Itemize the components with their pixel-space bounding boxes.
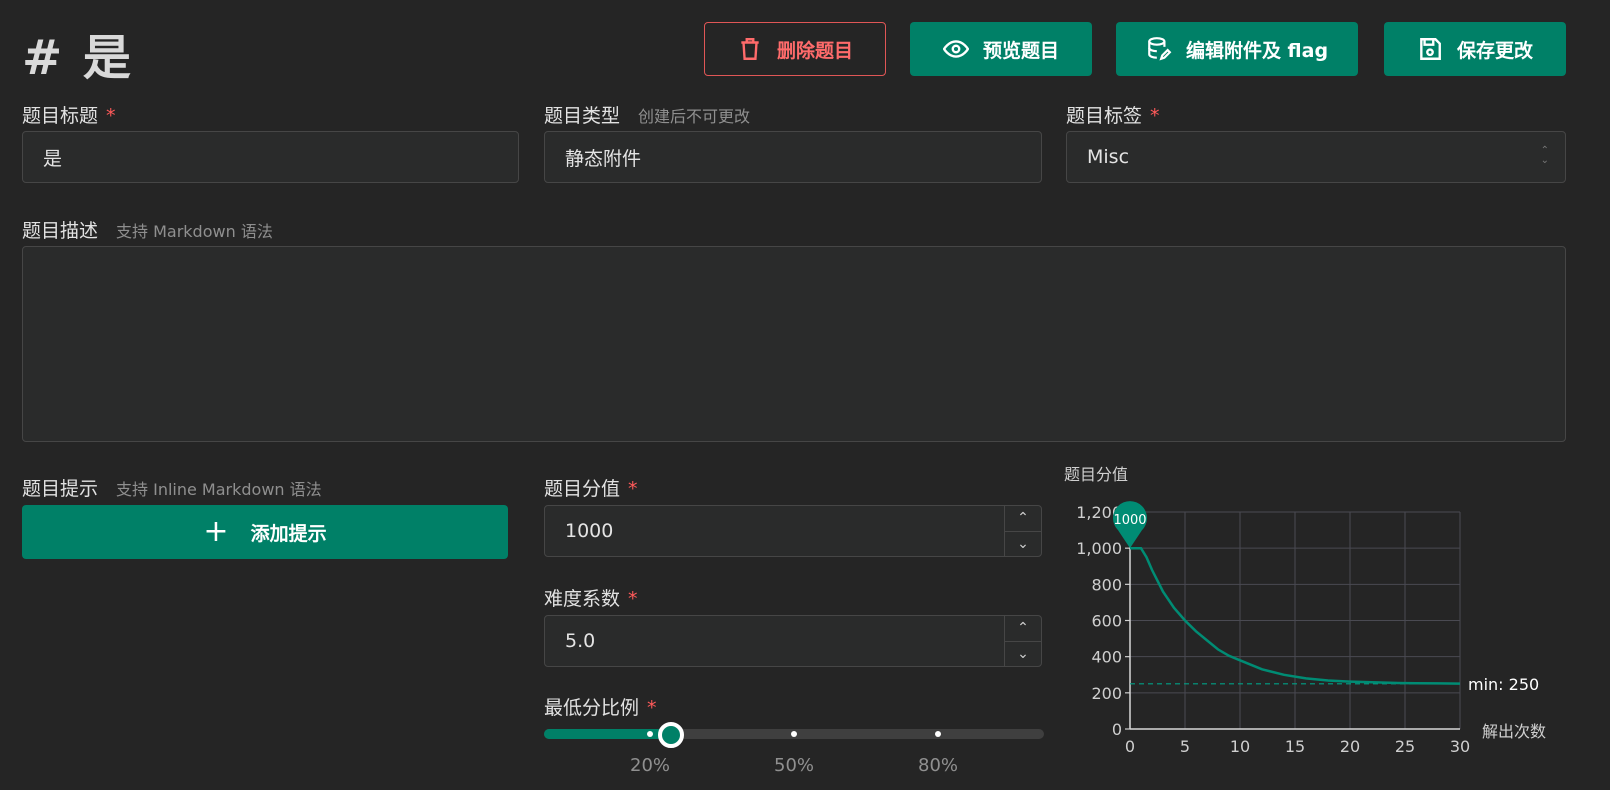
min-ratio-slider[interactable]	[544, 722, 1044, 748]
x-axis-title: 解出次数	[1482, 722, 1546, 741]
eye-icon	[942, 40, 969, 58]
delete-challenge-label: 删除题目	[776, 39, 853, 62]
score-stepper: ⌃ ⌄	[1004, 506, 1041, 556]
slider-mark-dot	[935, 731, 941, 737]
tag-select[interactable]: Misc ⌃ ⌄	[1066, 131, 1566, 183]
title-input[interactable]: 是	[22, 131, 519, 183]
score-input-value: 1000	[565, 520, 614, 542]
type-label-text: 题目类型	[544, 105, 621, 127]
x-tick-label: 5	[1180, 737, 1190, 756]
description-label-text: 题目描述	[22, 220, 99, 242]
slider-mark-label: 20%	[629, 755, 671, 776]
description-field-label: 题目描述 支持 Markdown 语法	[22, 216, 273, 243]
save-changes-label: 保存更改	[1456, 39, 1533, 62]
y-tick-label: 800	[1091, 575, 1122, 594]
save-changes-button[interactable]: 保存更改	[1384, 22, 1566, 76]
y-tick-label: 200	[1091, 684, 1122, 703]
hints-hint: 支持 Inline Markdown 语法	[116, 480, 322, 499]
x-tick-label: 0	[1125, 737, 1135, 756]
x-tick-label: 30	[1450, 737, 1470, 756]
required-mark: *	[1150, 105, 1160, 127]
description-textarea[interactable]	[22, 246, 1566, 442]
required-mark: *	[628, 588, 638, 610]
title-input-value: 是	[43, 147, 63, 170]
tag-label-text: 题目标签	[1066, 105, 1143, 127]
database-edit-icon	[1148, 37, 1172, 61]
required-mark: *	[647, 697, 657, 719]
tag-select-value: Misc	[1087, 146, 1130, 168]
difficulty-label-text: 难度系数	[544, 588, 621, 610]
delete-challenge-button[interactable]: 删除题目	[704, 22, 886, 76]
trash-icon	[741, 38, 759, 60]
page-title: # 是	[22, 30, 133, 86]
slider-mark-label: 50%	[773, 755, 815, 776]
y-tick-label: 400	[1091, 648, 1122, 667]
increment-chevron-up-icon[interactable]: ⌃	[1005, 616, 1041, 642]
increment-chevron-up-icon[interactable]: ⌃	[1005, 506, 1041, 532]
preview-challenge-button[interactable]: 预览题目	[910, 22, 1092, 76]
edit-attachments-button[interactable]: 编辑附件及 flag	[1116, 22, 1358, 76]
slider-mark-dot	[791, 731, 797, 737]
score-label-text: 题目分值	[544, 478, 621, 500]
edit-attachments-label: 编辑附件及 flag	[1185, 39, 1329, 62]
description-hint: 支持 Markdown 语法	[116, 222, 273, 241]
slider-mark-label: 80%	[917, 755, 959, 776]
preview-challenge-label: 预览题目	[982, 39, 1059, 62]
slider-mark-dot	[647, 731, 653, 737]
x-tick-label: 25	[1395, 737, 1415, 756]
type-field-label: 题目类型 创建后不可更改	[544, 101, 750, 128]
min-ratio-label-text: 最低分比例	[544, 697, 640, 719]
x-tick-label: 20	[1340, 737, 1360, 756]
hints-field-label: 题目提示 支持 Inline Markdown 语法	[22, 474, 322, 501]
difficulty-input-value: 5.0	[565, 630, 596, 652]
type-input-value: 静态附件	[565, 147, 642, 170]
floppy-disk-icon	[1420, 38, 1441, 60]
score-field-label: 题目分值 *	[544, 474, 638, 501]
y-tick-label: 600	[1091, 612, 1122, 631]
min-score-label: min: 250	[1468, 675, 1539, 694]
slider-thumb[interactable]	[658, 722, 684, 748]
x-tick-label: 15	[1285, 737, 1305, 756]
tag-field-label: 题目标签 *	[1066, 101, 1160, 128]
score-pin-label: 1000	[1113, 513, 1146, 528]
required-mark: *	[106, 105, 116, 127]
y-tick-label: 1,000	[1076, 539, 1122, 558]
select-chevrons-icon: ⌃ ⌄	[1540, 145, 1549, 166]
x-tick-label: 10	[1230, 737, 1250, 756]
difficulty-field-label: 难度系数 *	[544, 584, 638, 611]
difficulty-stepper: ⌃ ⌄	[1004, 616, 1041, 666]
y-tick-label: 0	[1112, 720, 1122, 739]
decrement-chevron-down-icon[interactable]: ⌄	[1005, 532, 1041, 557]
decrement-chevron-down-icon[interactable]: ⌄	[1005, 642, 1041, 667]
type-input[interactable]: 静态附件	[544, 131, 1042, 183]
required-mark: *	[628, 478, 638, 500]
plus-icon: +	[203, 514, 229, 549]
hints-label-text: 题目提示	[22, 478, 99, 500]
score-decay-chart: 题目分值0 5 10 15 20 25 3002004006008001,0001,200解…	[1064, 465, 1546, 756]
y-axis-title: 题目分值	[1064, 465, 1128, 484]
min-ratio-field-label: 最低分比例 *	[544, 693, 657, 720]
difficulty-input[interactable]: 5.0 ⌃ ⌄	[544, 615, 1042, 667]
title-field-label: 题目标题 *	[22, 101, 116, 128]
add-hint-button[interactable]: + 添加提示	[22, 505, 508, 559]
type-hint: 创建后不可更改	[638, 107, 751, 126]
score-input[interactable]: 1000 ⌃ ⌄	[544, 505, 1042, 557]
add-hint-label: 添加提示	[250, 522, 327, 545]
title-label-text: 题目标题	[22, 105, 99, 127]
